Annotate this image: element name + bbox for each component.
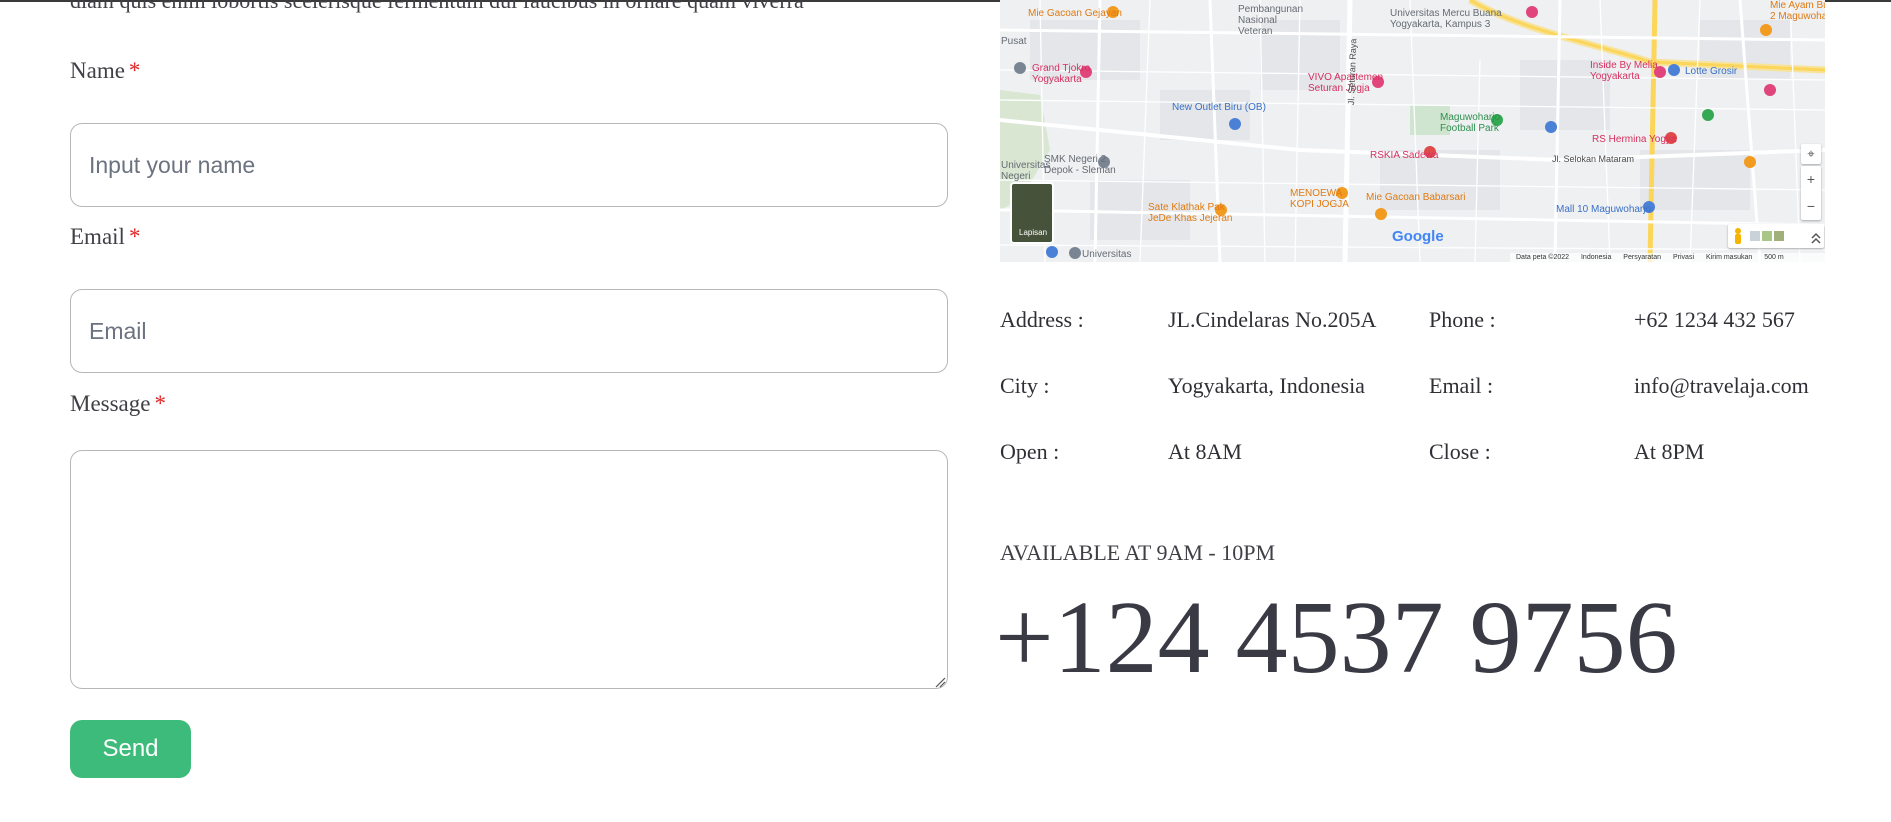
availability-text: AVAILABLE AT 9AM - 10PM xyxy=(1000,540,1276,565)
zoom-out-button[interactable]: − xyxy=(1801,193,1821,220)
map-label: Mie Ayam Bu Tari 2 Maguwoharjo xyxy=(1770,0,1825,22)
map-label: Grand Tjokro Yogyakarta xyxy=(1032,63,1091,85)
map-label: Universitas Mercu Buana Yogyakarta, Kamp… xyxy=(1390,8,1502,30)
map-label: Universitas Negeri xyxy=(1001,160,1051,182)
map-label: Mall 10 Maguwoharjo xyxy=(1556,204,1652,215)
map-label: Mie Gacoan Gejayan xyxy=(1028,8,1122,19)
map-label: Sate Klathak Pak JeDe Khas Jejeran xyxy=(1148,202,1233,224)
map-label: Lotte Grosir xyxy=(1685,66,1738,77)
email-label-text: Email xyxy=(70,224,125,249)
attribution-item[interactable]: Indonesia xyxy=(1581,254,1611,261)
street-view-bar[interactable] xyxy=(1728,224,1824,248)
map-label: RS Hermina Yogya xyxy=(1592,134,1677,145)
zoom-controls: + − xyxy=(1801,166,1821,220)
message-label: Message * xyxy=(70,391,166,417)
open-value: At 8AM xyxy=(1168,439,1242,464)
map-scale[interactable]: 500 m xyxy=(1764,254,1783,261)
google-logo: Google xyxy=(1392,228,1444,245)
attribution-item[interactable]: Persyaratan xyxy=(1623,254,1661,261)
email-label: Email * xyxy=(70,224,140,250)
name-input[interactable] xyxy=(70,123,948,207)
map-roads xyxy=(1000,0,1825,262)
phone-label: Phone : xyxy=(1429,307,1496,332)
intro-text: diam quis enim lobortis scelerisque ferm… xyxy=(70,0,804,13)
map-label: MENOEWA KOPI JOGJA xyxy=(1290,188,1349,210)
pegman-icon xyxy=(1735,228,1821,244)
email-value: info@travelaja.com xyxy=(1634,373,1809,398)
city-label: City : xyxy=(1000,373,1050,398)
map-attribution: Data peta ©2022 Indonesia Persyaratan Pr… xyxy=(1510,253,1825,262)
attribution-item[interactable]: Kirim masukan xyxy=(1706,254,1752,261)
layer-toggle-button[interactable]: Lapisan xyxy=(1010,182,1054,244)
hotline-number: +124 4537 9756 xyxy=(995,580,1678,695)
map-label: Pembangunan Nasional Veteran xyxy=(1238,4,1304,37)
required-mark: * xyxy=(128,224,141,249)
close-value: At 8PM xyxy=(1634,439,1705,464)
map-label: Universitas xyxy=(1082,249,1132,260)
message-textarea[interactable] xyxy=(70,450,948,689)
attribution-item[interactable]: Privasi xyxy=(1673,254,1694,261)
name-label: Name * xyxy=(70,58,140,84)
map-road-label: Jl. Selokan Mataram xyxy=(1552,154,1635,164)
phone-value: +62 1234 432 567 xyxy=(1634,307,1795,332)
address-value: JL.Cindelaras No.205A xyxy=(1168,307,1377,332)
message-label-text: Message xyxy=(70,391,151,416)
email-info-label: Email : xyxy=(1429,373,1494,398)
required-mark: * xyxy=(128,58,141,83)
my-location-icon[interactable]: ⌖ xyxy=(1801,144,1821,164)
open-label: Open : xyxy=(1000,439,1060,464)
map-label: SMK Negeri 2 Depok - Sleman xyxy=(1044,154,1116,176)
email-input[interactable] xyxy=(70,289,948,373)
address-label: Address : xyxy=(1000,307,1084,332)
map-label: Mie Gacoan Babarsari xyxy=(1366,192,1466,203)
google-logo-text: Google xyxy=(1392,228,1444,245)
map-label: New Outlet Biru (OB) xyxy=(1172,102,1266,113)
layer-label: Lapisan xyxy=(1019,228,1048,237)
name-label-text: Name xyxy=(70,58,125,83)
close-label: Close : xyxy=(1429,439,1491,464)
map-label: Inside By Melia Yogyakarta xyxy=(1590,60,1658,82)
city-value: Yogyakarta, Indonesia xyxy=(1168,373,1365,398)
zoom-in-button[interactable]: + xyxy=(1801,166,1821,193)
send-button[interactable]: Send xyxy=(70,720,191,778)
map-label: RSKIA Sadewa xyxy=(1370,150,1439,161)
resize-grip-icon[interactable] xyxy=(934,676,946,688)
map-label: Maguwoharjo Football Park xyxy=(1440,112,1501,134)
required-mark: * xyxy=(154,391,166,416)
map-embed[interactable]: Mie Gacoan Gejayan Grand Tjokro Yogyakar… xyxy=(1000,0,1825,262)
attribution-item: Data peta ©2022 xyxy=(1516,254,1570,261)
map-road-label: Jl. Seturan Raya xyxy=(1346,38,1359,106)
map-label: Pusat xyxy=(1001,36,1027,47)
